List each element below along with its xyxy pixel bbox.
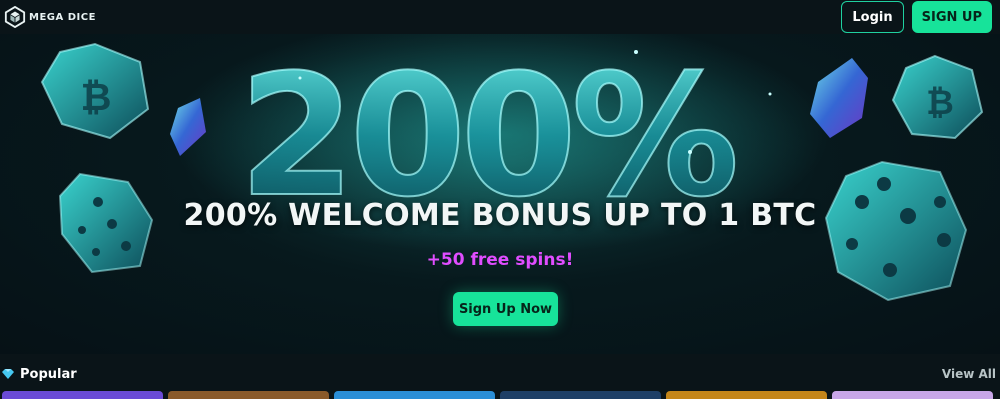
popular-title-group: Popular	[2, 367, 77, 382]
auth-buttons: Login SIGN UP	[841, 1, 992, 33]
popular-section-header: Popular View All	[0, 364, 1000, 384]
view-all-link[interactable]: View All	[942, 367, 996, 381]
popular-games-row	[0, 391, 1000, 399]
login-button[interactable]: Login	[841, 1, 904, 33]
logo-icon	[4, 6, 26, 28]
diamond-icon	[2, 369, 14, 379]
top-bar: MEGA DICE Login SIGN UP	[0, 0, 1000, 34]
section-title: Popular	[20, 366, 77, 382]
signup-button[interactable]: SIGN UP	[911, 1, 992, 33]
game-card[interactable]	[500, 391, 661, 399]
logo[interactable]: MEGA DICE	[4, 6, 96, 28]
svg-text:₿: ₿	[81, 75, 112, 119]
hero-headline: 200% WELCOME BONUS UP TO 1 BTC	[183, 198, 817, 233]
game-card[interactable]	[334, 391, 495, 399]
hero-banner[interactable]: 200% ₿ ₿ 200% WELCOME BONUS UP TO 1 BTC …	[0, 34, 1000, 354]
game-card[interactable]	[168, 391, 329, 399]
bitcoin-hexagon-left-icon: ₿	[40, 42, 150, 140]
game-card[interactable]	[2, 391, 163, 399]
game-card[interactable]	[666, 391, 827, 399]
bitcoin-hexagon-right-icon: ₿	[891, 54, 984, 140]
free-spins-text: +50 free spins!	[426, 250, 574, 270]
game-card[interactable]	[832, 391, 993, 399]
logo-text: MEGA DICE	[29, 11, 96, 23]
svg-text:₿: ₿	[926, 83, 954, 123]
sign-up-now-button[interactable]: Sign Up Now	[453, 292, 558, 326]
